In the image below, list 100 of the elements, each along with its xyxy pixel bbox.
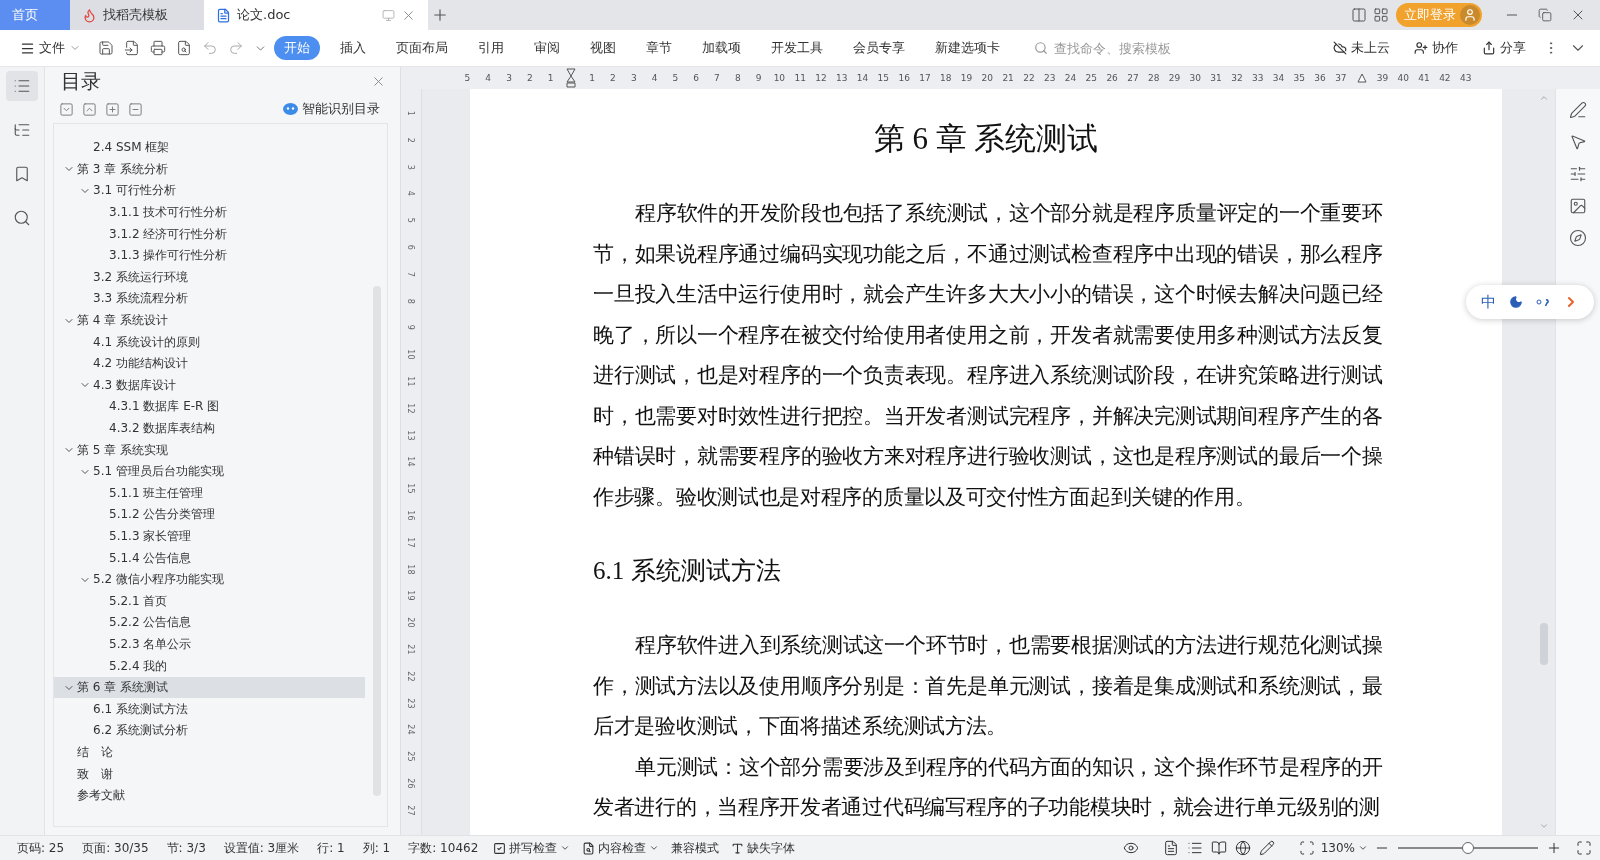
status-button[interactable]: 内容检查 [576, 839, 666, 857]
ribbon-tab[interactable]: 会员专享 [843, 36, 915, 60]
scroll-thumb[interactable] [1540, 623, 1548, 665]
toc-item[interactable]: 致 谢 [54, 763, 365, 785]
toc-item[interactable]: 3.1 可行性分析 [54, 180, 365, 202]
user-plus-icon [1414, 41, 1428, 55]
punctuation-icon[interactable] [1536, 297, 1551, 307]
search-icon [1034, 41, 1048, 55]
layout-icon[interactable] [1351, 7, 1367, 23]
save-icon[interactable] [98, 40, 114, 56]
toc-item[interactable]: 5.2.2 公告信息 [54, 612, 365, 634]
input-mode[interactable]: 中 [1480, 292, 1496, 312]
collapse-all-icon[interactable] [82, 101, 97, 117]
ribbon-tab[interactable]: 引用 [468, 36, 514, 60]
outline-view-icon[interactable] [1186, 840, 1203, 856]
document-tab[interactable]: 找稻壳模板 [70, 0, 204, 30]
document-tab[interactable]: 论文.doc [204, 0, 428, 30]
ribbon-tab[interactable]: 加载项 [692, 36, 751, 60]
toc-item[interactable]: 5.2 微信小程序功能实现 [54, 568, 365, 591]
toc-item[interactable]: 3.3 系统流程分析 [54, 288, 365, 310]
add-icon[interactable] [105, 101, 120, 117]
print-icon[interactable] [150, 40, 166, 56]
bookmark-icon[interactable] [13, 165, 31, 183]
cloud-icon [1333, 41, 1347, 55]
toc-item[interactable]: 第 3 章 系统分析 [54, 158, 365, 181]
indent-marker-icon[interactable] [1356, 73, 1367, 83]
toc-item[interactable]: 6.1 系统测试方法 [54, 698, 365, 721]
apps-icon[interactable] [1373, 7, 1389, 23]
toc-item[interactable]: 4.2 功能结构设计 [54, 352, 365, 375]
pencil-icon[interactable] [1258, 840, 1275, 856]
navigation-icon[interactable] [13, 121, 31, 139]
eye-icon[interactable] [1122, 840, 1139, 856]
toc-item[interactable]: 5.2.3 名单公示 [54, 633, 365, 656]
file-menu[interactable]: 文件 [10, 36, 91, 60]
ribbon-tab[interactable]: 开发工具 [761, 36, 833, 60]
preview-icon[interactable] [176, 40, 192, 56]
export-icon[interactable] [124, 40, 140, 56]
toc-item[interactable]: 6.2 系统测试分析 [54, 720, 365, 742]
toc-item[interactable]: 5.1.1 班主任管理 [54, 482, 365, 505]
toc-item[interactable]: 5.1.4 公告信息 [54, 547, 365, 569]
toolbar-action[interactable]: 协作 [1404, 36, 1468, 60]
ribbon-tab[interactable]: 审阅 [524, 36, 570, 60]
compass-icon[interactable] [1569, 229, 1587, 247]
page-view-icon[interactable] [1162, 840, 1179, 856]
toolbar-action[interactable]: 分享 [1472, 36, 1536, 60]
input-method-bar[interactable]: 中 [1466, 285, 1594, 319]
remove-icon[interactable] [128, 101, 143, 117]
ribbon-tab[interactable]: 新建选项卡 [925, 36, 1010, 60]
status-button[interactable]: 拼写检查 [487, 839, 577, 857]
toc-item[interactable]: 结 论 [54, 741, 365, 764]
smart-toc-button[interactable]: 智能识别目录 [277, 99, 386, 119]
search-field[interactable]: 查找命令、搜索模板 [1034, 39, 1234, 57]
toolbar-action[interactable]: 未上云 [1323, 36, 1400, 60]
moon-icon[interactable] [1508, 295, 1523, 309]
indent-marker-icon[interactable] [566, 68, 577, 88]
zoom-level[interactable]: 130% [1314, 841, 1374, 855]
font-icon [731, 841, 745, 855]
toc-item[interactable]: 4.3.1 数据库 E-R 图 [54, 396, 365, 418]
toc-item[interactable]: 4.3 数据库设计 [54, 374, 365, 397]
toc-item[interactable]: 5.1.2 公告分类管理 [54, 504, 365, 526]
reading-view-icon[interactable] [1210, 840, 1227, 856]
toc-item[interactable]: 5.2.4 我的 [54, 655, 365, 677]
image-icon[interactable] [1569, 197, 1587, 215]
toc-item[interactable]: 3.1.3 操作可行性分析 [54, 244, 365, 267]
slider-thumb[interactable] [1462, 842, 1474, 854]
toc-item[interactable]: 2.4 SSM 框架 [54, 137, 365, 159]
toc-item[interactable]: 第 6 章 系统测试 [54, 676, 365, 699]
ribbon-tab[interactable]: 章节 [636, 36, 682, 60]
monitor-icon[interactable] [382, 8, 395, 22]
status-button[interactable]: 兼容模式 [665, 839, 726, 857]
status-button[interactable]: 缺失字体 [725, 839, 802, 857]
toc-item[interactable]: 3.1.1 技术可行性分析 [54, 201, 365, 224]
toc-item[interactable]: 第 4 章 系统设计 [54, 309, 365, 332]
ribbon-tab[interactable]: 视图 [580, 36, 626, 60]
search-icon[interactable] [13, 209, 31, 227]
fit-icon[interactable] [1298, 840, 1315, 856]
toc-item[interactable]: 第 5 章 系统实现 [54, 439, 365, 461]
cursor-icon[interactable] [1569, 133, 1587, 151]
toc-item[interactable]: 4.1 系统设计的原则 [54, 331, 365, 353]
ribbon-tab[interactable]: 页面布局 [386, 36, 458, 60]
pen-icon[interactable] [1569, 101, 1587, 119]
zoom-in-icon[interactable] [1546, 840, 1562, 856]
toc-item[interactable]: 5.1.3 家长管理 [54, 525, 365, 548]
toc-item[interactable]: 5.1 管理员后台功能实现 [54, 460, 365, 483]
fullscreen-icon[interactable] [1576, 840, 1592, 856]
toc-item[interactable]: 参考文献 [54, 784, 365, 807]
new-tab-icon[interactable] [431, 6, 449, 24]
toc-item[interactable]: 3.2 系统运行环境 [54, 266, 365, 289]
caret-icon [1358, 843, 1368, 853]
restore-icon[interactable] [1538, 8, 1552, 22]
ribbon-tab[interactable]: 插入 [330, 36, 376, 60]
redo-icon[interactable] [228, 40, 244, 56]
web-view-icon[interactable] [1234, 840, 1251, 856]
sliders-icon[interactable] [1569, 165, 1587, 183]
outline-icon[interactable] [13, 77, 31, 95]
undo-icon[interactable] [202, 40, 218, 56]
toc-item[interactable]: 3.1.2 经济可行性分析 [54, 223, 365, 245]
expand-all-icon[interactable] [59, 101, 74, 117]
toc-item[interactable]: 4.3.2 数据库表结构 [54, 417, 365, 440]
toc-item[interactable]: 5.2.1 首页 [54, 590, 365, 613]
